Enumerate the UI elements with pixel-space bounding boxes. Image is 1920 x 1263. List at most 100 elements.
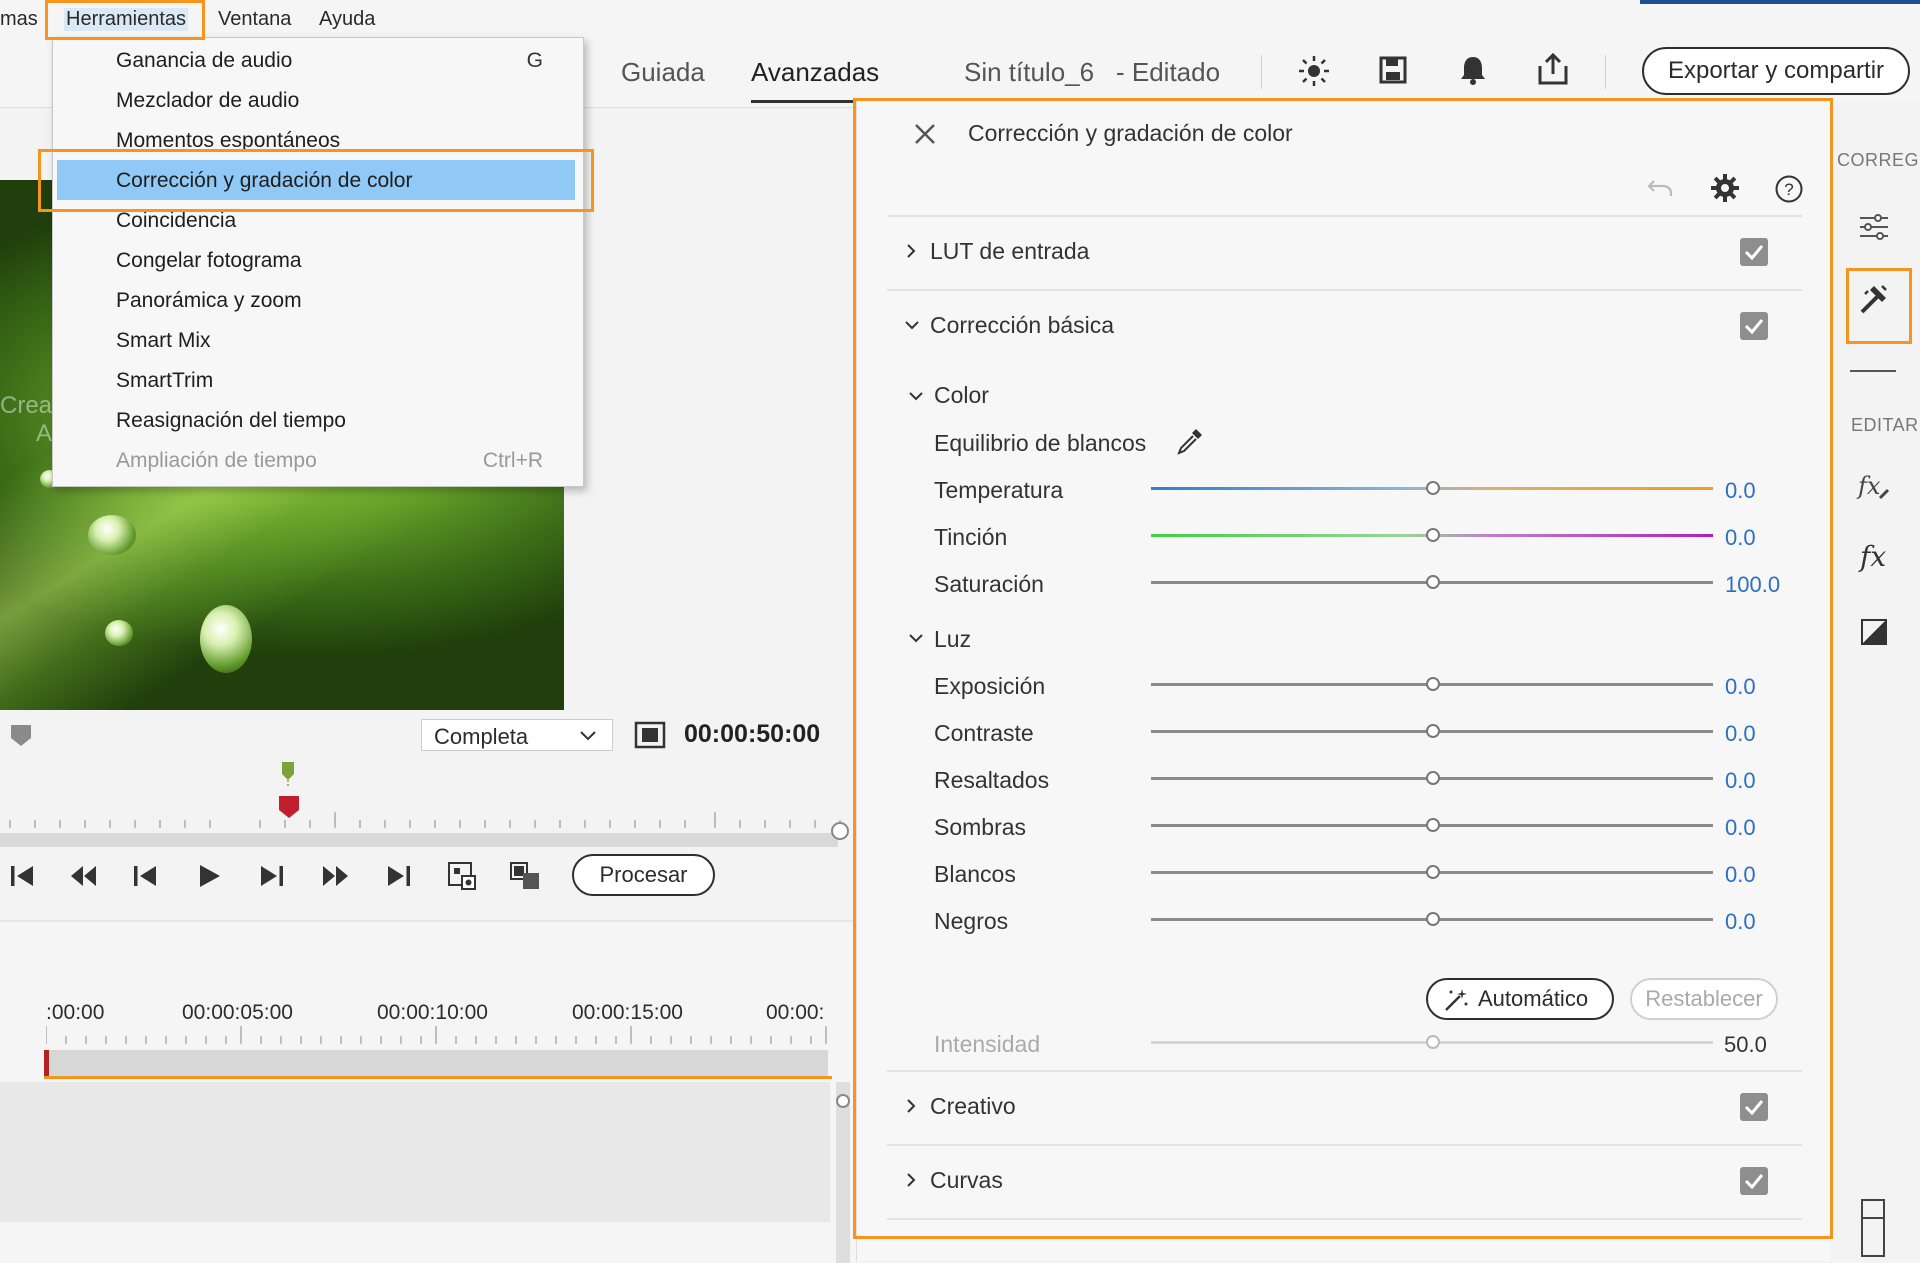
color-correction-panel: Corrección y gradación de color ? LUT de… [856, 100, 1831, 1261]
slider-label: Negros [934, 908, 1009, 934]
menu-item-time-remapping[interactable]: Reasignación del tiempo [53, 400, 581, 440]
timeline-scroll-handle[interactable] [836, 1094, 850, 1108]
chevron-down-icon[interactable] [907, 632, 925, 644]
undo-icon[interactable] [1645, 174, 1675, 202]
menu-item-pan-zoom[interactable]: Panorámica y zoom [53, 280, 581, 320]
shadows-value[interactable]: 0.0 [1725, 815, 1756, 841]
go-to-start-icon[interactable] [8, 862, 36, 890]
section-curves[interactable]: Curvas [887, 1147, 1802, 1217]
tab-guiada[interactable]: Guiada [621, 57, 705, 88]
tint-slider-thumb[interactable] [1426, 528, 1440, 542]
menu-ventana[interactable]: Ventana [218, 8, 291, 31]
export-share-button[interactable]: Exportar y compartir [1642, 47, 1910, 95]
color-tools-icon[interactable] [1856, 282, 1892, 316]
divider [887, 1070, 1802, 1072]
panel-layout-icon[interactable] [1860, 1198, 1886, 1258]
process-button[interactable]: Procesar [572, 854, 715, 896]
step-forward-icon[interactable] [258, 862, 286, 890]
quality-dropdown[interactable]: Completa [421, 719, 613, 751]
timeline-playhead[interactable] [44, 1050, 49, 1076]
scrub-bar[interactable] [0, 833, 838, 847]
exposure-slider-thumb[interactable] [1426, 677, 1440, 691]
auto-button[interactable]: Automático [1426, 978, 1614, 1020]
save-icon[interactable] [1379, 56, 1407, 84]
lut-checkbox[interactable] [1740, 238, 1768, 266]
subsection-color[interactable]: Color [934, 382, 989, 409]
subsection-light[interactable]: Luz [934, 626, 971, 653]
contrast-slider-thumb[interactable] [1426, 724, 1440, 738]
whites-slider-thumb[interactable] [1426, 865, 1440, 879]
blacks-value[interactable]: 0.0 [1725, 909, 1756, 935]
menu-programas[interactable]: mas [0, 8, 38, 31]
tint-value[interactable]: 0.0 [1725, 525, 1756, 551]
menu-item-smarttrim[interactable]: SmartTrim [53, 360, 581, 400]
menu-bar: mas Herramientas Ventana Ayuda [0, 0, 1920, 38]
step-back-icon[interactable] [131, 862, 159, 890]
marker-icon[interactable] [8, 722, 34, 748]
go-to-end-icon[interactable] [385, 862, 413, 890]
effects-adjust-icon[interactable]: fx [1856, 470, 1892, 504]
gear-icon[interactable] [1709, 172, 1741, 204]
highlights-slider-thumb[interactable] [1426, 771, 1440, 785]
section-lut[interactable]: LUT de entrada [887, 218, 1802, 288]
curves-checkbox[interactable] [1740, 1167, 1768, 1195]
timecode: 00:00:50:00 [684, 720, 821, 748]
transitions-icon[interactable] [1860, 618, 1888, 646]
timeline-scrollbar[interactable] [836, 1082, 850, 1263]
temperature-value[interactable]: 0.0 [1725, 478, 1756, 504]
rail-divider [1850, 370, 1896, 372]
fast-forward-icon[interactable] [321, 862, 351, 890]
adjust-sliders-icon[interactable] [1858, 212, 1890, 242]
slider-label: Temperatura [934, 477, 1064, 503]
eyedropper-icon[interactable] [1175, 426, 1205, 456]
tab-avanzadas[interactable]: Avanzadas [751, 57, 879, 88]
video-overlay-text: Crea [0, 392, 53, 419]
timeline-work-area[interactable] [46, 1050, 828, 1076]
quality-dropdown-value: Completa [434, 724, 529, 749]
playhead-icon[interactable] [277, 794, 301, 820]
grab-frame-icon[interactable] [446, 860, 478, 892]
chevron-right-icon [905, 1097, 917, 1115]
timeline-track-area[interactable] [0, 1082, 830, 1222]
creative-checkbox[interactable] [1740, 1093, 1768, 1121]
saturation-slider-thumb[interactable] [1426, 575, 1440, 589]
basic-correction-checkbox[interactable] [1740, 312, 1768, 340]
play-icon[interactable] [195, 862, 223, 890]
menu-item-candid-moments[interactable]: Momentos espontáneos [53, 120, 581, 160]
section-creative[interactable]: Creativo [887, 1073, 1802, 1143]
saturation-value[interactable]: 100.0 [1725, 572, 1780, 598]
multi-frame-icon[interactable] [508, 860, 542, 892]
share-icon[interactable] [1537, 52, 1569, 86]
menu-ayuda[interactable]: Ayuda [319, 8, 375, 31]
scrub-bar-handle[interactable] [831, 822, 849, 840]
chevron-down-icon [578, 726, 598, 744]
section-basic-correction[interactable]: Corrección básica [887, 292, 1802, 362]
help-icon[interactable]: ? [1774, 174, 1804, 204]
close-icon[interactable] [913, 122, 937, 146]
temperature-slider-thumb[interactable] [1426, 481, 1440, 495]
menu-item-smart-mix[interactable]: Smart Mix [53, 320, 581, 360]
auto-button-label: Automático [1478, 986, 1589, 1011]
highlights-value[interactable]: 0.0 [1725, 768, 1756, 794]
menu-item-time-stretch: Ampliación de tiempo Ctrl+R [116, 449, 543, 472]
menu-herramientas[interactable]: Herramientas [64, 8, 189, 31]
svg-text:fx: fx [1858, 540, 1886, 573]
rewind-icon[interactable] [68, 862, 98, 890]
exposure-value[interactable]: 0.0 [1725, 674, 1756, 700]
effects-icon[interactable]: fx [1858, 540, 1892, 574]
menu-item-match[interactable]: Coincidencia [53, 200, 581, 240]
menu-item-audio-mixer[interactable]: Mezclador de audio [53, 80, 581, 120]
brightness-icon[interactable] [1297, 54, 1331, 88]
fit-screen-icon[interactable] [634, 721, 666, 749]
notification-bell-icon[interactable] [1458, 54, 1488, 86]
menu-item-freeze-frame[interactable]: Congelar fotograma [53, 240, 581, 280]
chevron-down-icon[interactable] [907, 390, 925, 402]
shadows-slider-thumb[interactable] [1426, 818, 1440, 832]
whites-value[interactable]: 0.0 [1725, 862, 1756, 888]
window-accent-bar [1640, 0, 1920, 4]
menu-item-color-correction[interactable]: Corrección y gradación de color [57, 160, 575, 200]
contrast-value[interactable]: 0.0 [1725, 721, 1756, 747]
in-point-marker-icon[interactable] [280, 760, 296, 786]
blacks-slider-thumb[interactable] [1426, 912, 1440, 926]
menu-item-audio-gain[interactable]: Ganancia de audio G [53, 40, 581, 80]
